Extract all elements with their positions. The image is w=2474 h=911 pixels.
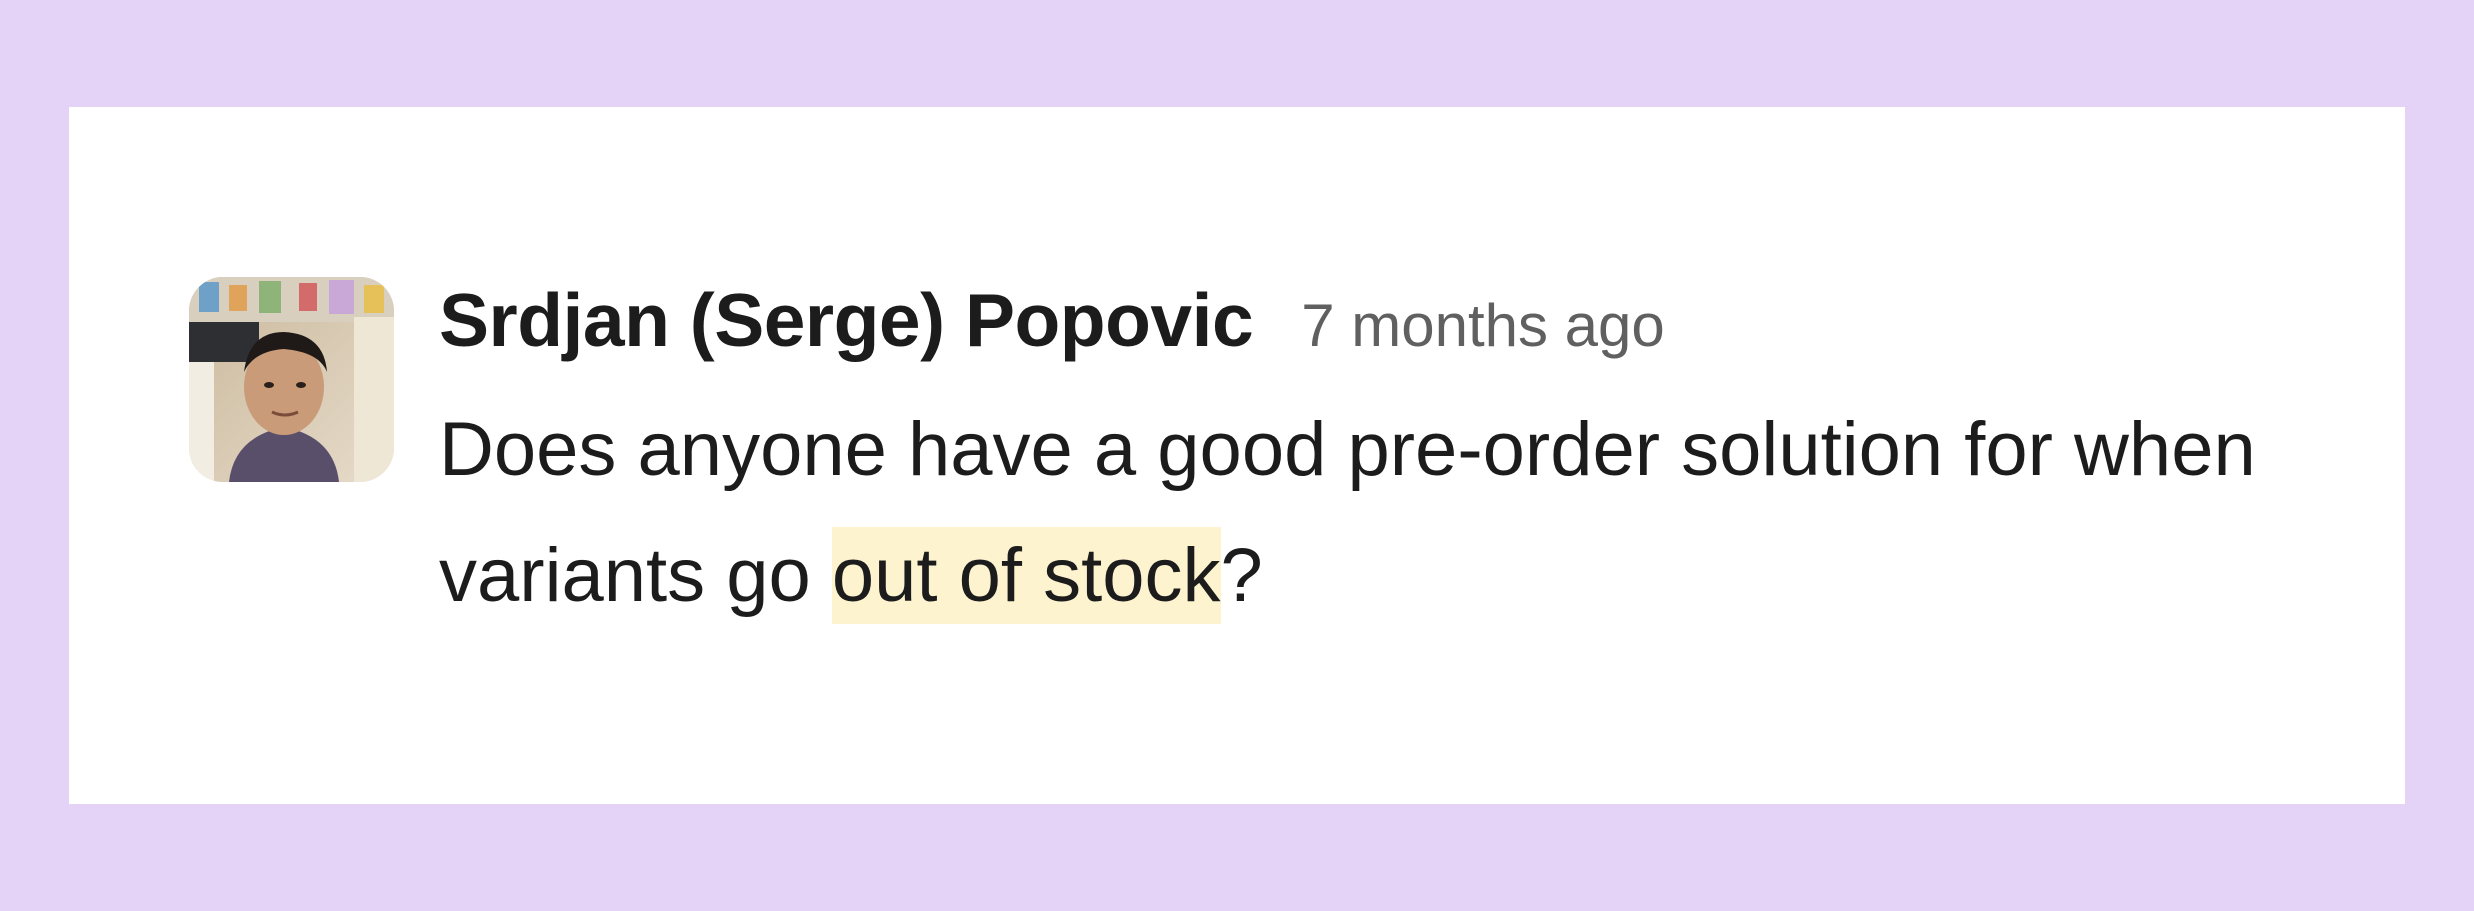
user-avatar-icon (189, 277, 394, 482)
message-header: Srdjan (Serge) Popovic 7 months ago (439, 277, 1665, 363)
message-text-end: ? (1220, 533, 1263, 618)
message-timestamp[interactable]: 7 months ago (1301, 291, 1665, 360)
message-card: Srdjan (Serge) Popovic 7 months ago Does… (69, 107, 2405, 804)
author-name[interactable]: Srdjan (Serge) Popovic (439, 277, 1254, 363)
message-body: Does anyone have a good pre-order soluti… (439, 387, 2369, 639)
message-text: Does anyone have a good pre-order soluti… (439, 407, 2256, 618)
avatar[interactable] (189, 277, 394, 482)
highlighted-search-term: out of stock (831, 527, 1221, 624)
